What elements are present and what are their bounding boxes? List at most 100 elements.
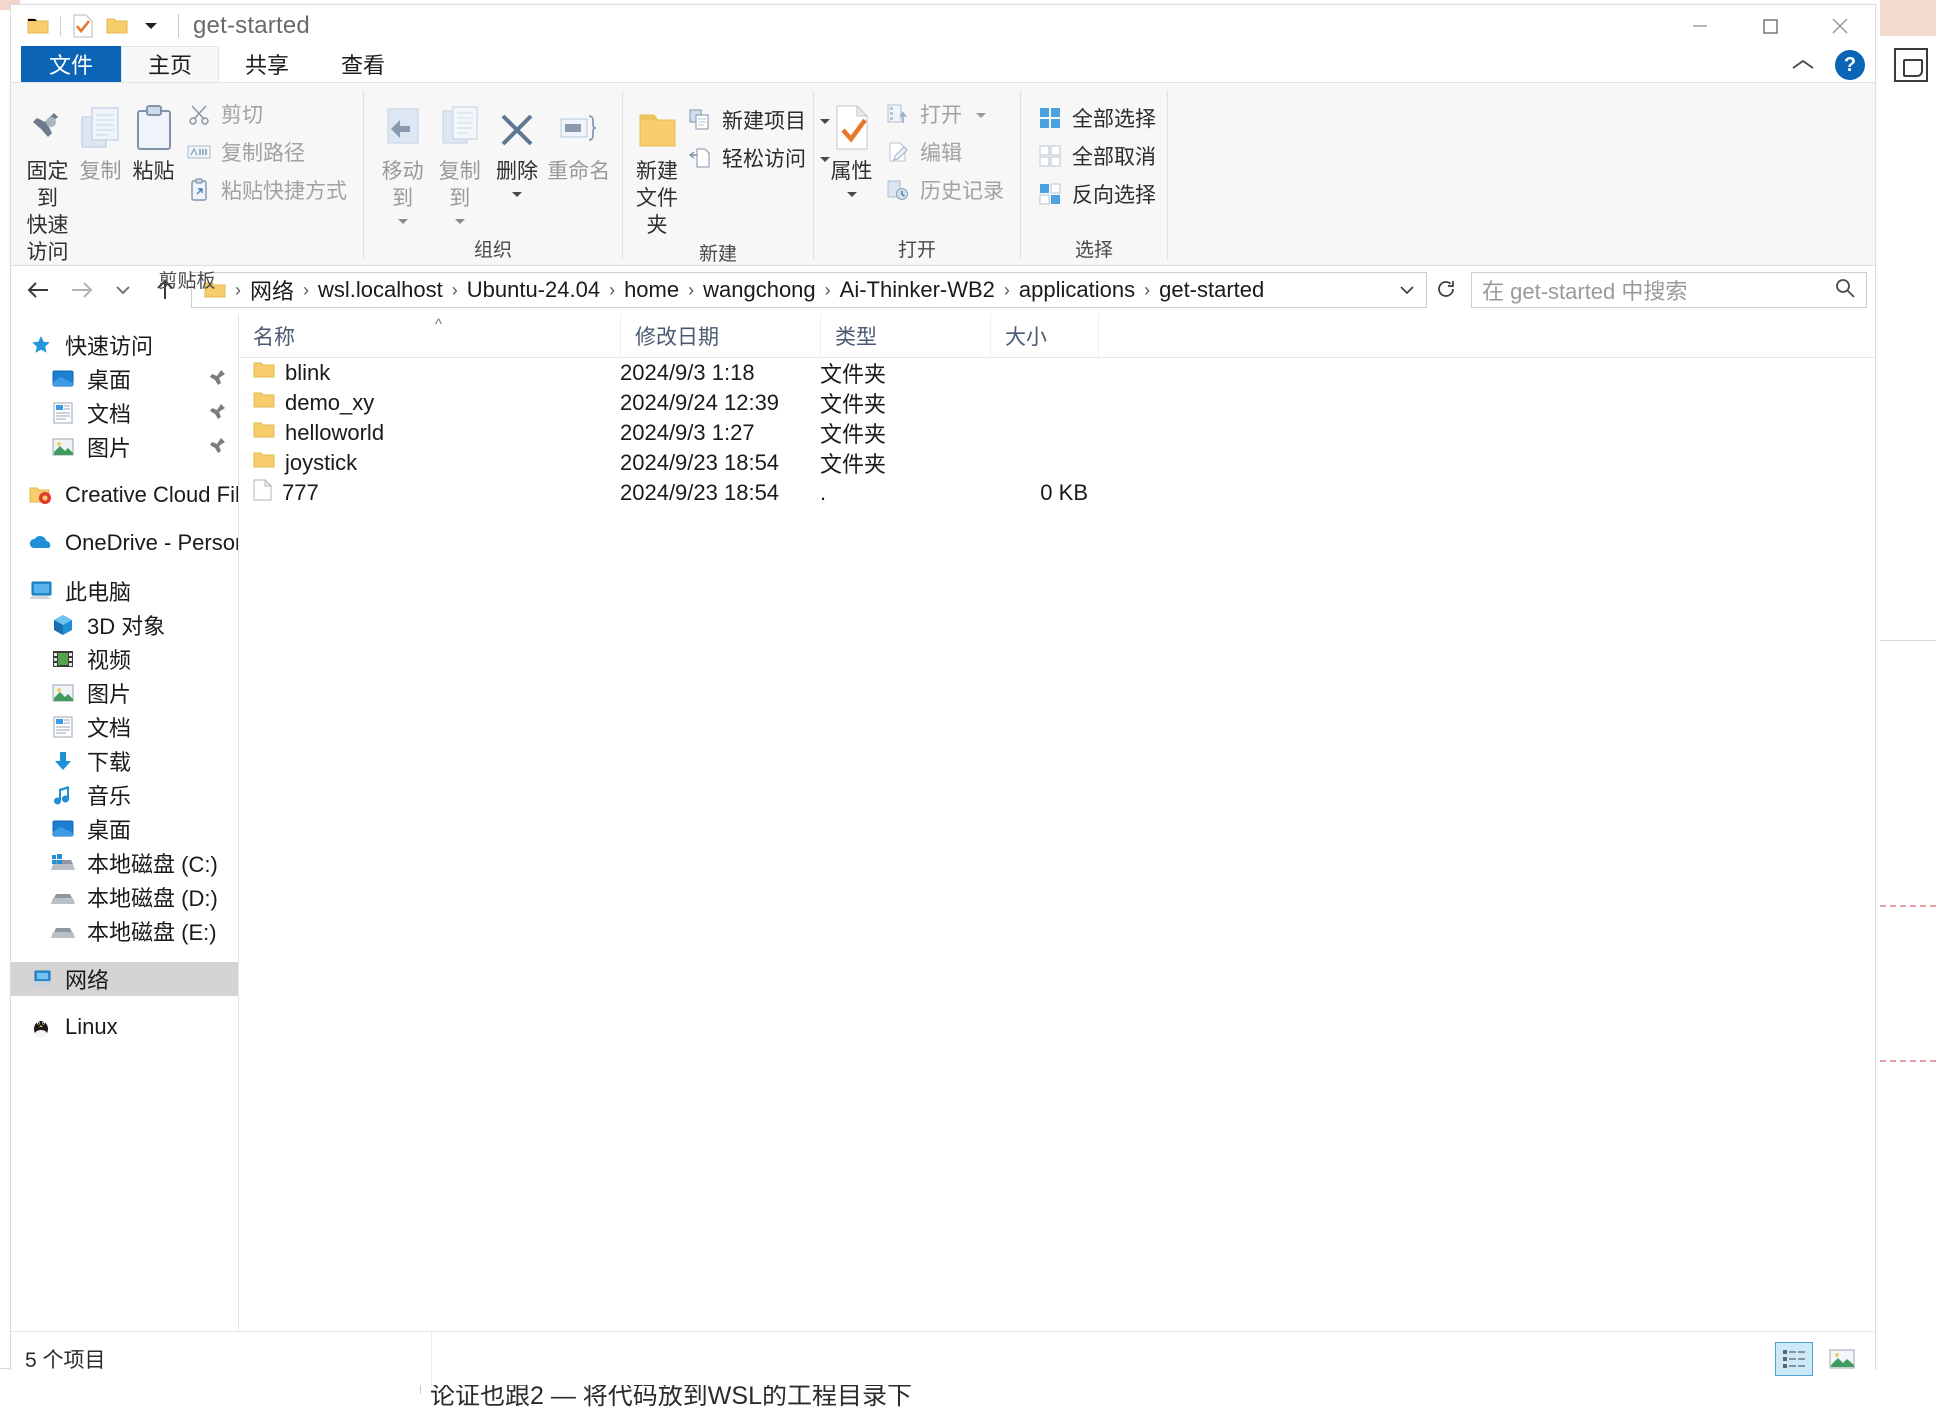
- breadcrumb-wangchong[interactable]: wangchong: [695, 274, 824, 306]
- sidebar-item-videos[interactable]: 视频: [11, 642, 238, 676]
- sidebar-item-desktop-qa[interactable]: 桌面: [11, 362, 238, 396]
- address-chevron-down-icon[interactable]: [1390, 273, 1424, 307]
- open-icon: [885, 101, 911, 127]
- file-name-label: blink: [285, 360, 330, 386]
- sidebar-item-onedrive[interactable]: OneDrive - Persona: [11, 526, 238, 560]
- table-row[interactable]: demo_xy 2024/9/24 12:39 文件夹: [239, 388, 1875, 418]
- sidebar-item-documents[interactable]: 文档: [11, 710, 238, 744]
- copy-label: 复制: [80, 158, 122, 185]
- copy-path-button[interactable]: 复制路径: [180, 135, 353, 169]
- tab-share[interactable]: 共享: [219, 46, 315, 82]
- address-bar[interactable]: › 网络 › wsl.localhost › Ubuntu-24.04 › ho…: [191, 272, 1427, 308]
- qat-new-folder-icon[interactable]: [100, 9, 134, 43]
- tab-home[interactable]: 主页: [121, 46, 219, 82]
- breadcrumb-applications[interactable]: applications: [1011, 274, 1143, 306]
- pin-icon[interactable]: [208, 368, 228, 394]
- file-name-cell[interactable]: demo_xy: [239, 390, 620, 416]
- new-folder-button[interactable]: 新建 文件夹: [633, 91, 681, 239]
- breadcrumb-home[interactable]: home: [616, 274, 687, 306]
- properties-button[interactable]: 属性: [824, 91, 879, 204]
- sidebar-item-desktop[interactable]: 桌面: [11, 812, 238, 846]
- sidebar-item-local-disk-c[interactable]: 本地磁盘 (C:): [11, 846, 238, 880]
- breadcrumb-get-started[interactable]: get-started: [1151, 274, 1272, 306]
- sidebar-item-downloads[interactable]: 下载: [11, 744, 238, 778]
- search-input[interactable]: 在 get-started 中搜索: [1482, 274, 1834, 306]
- chevron-down-icon[interactable]: [454, 213, 466, 231]
- paste-button[interactable]: 粘贴: [127, 91, 180, 185]
- ribbon: 固定到 快速访问 复制: [11, 83, 1875, 266]
- copy-to-button[interactable]: 复制到: [431, 91, 488, 231]
- pin-label-line2: 快速访问: [27, 214, 69, 264]
- file-name-cell[interactable]: helloworld: [239, 420, 620, 446]
- column-header-type[interactable]: 类型: [820, 314, 990, 358]
- chevron-down-icon[interactable]: [511, 186, 523, 204]
- cut-button[interactable]: 剪切: [180, 97, 353, 131]
- select-all-button[interactable]: 全部选择: [1031, 101, 1162, 135]
- search-icon[interactable]: [1834, 277, 1856, 304]
- breadcrumb-ai-thinker-wb2[interactable]: Ai-Thinker-WB2: [832, 274, 1003, 306]
- qat-customize-chevron-down-icon[interactable]: [134, 9, 168, 43]
- column-header-size[interactable]: 大小: [990, 314, 1098, 358]
- sidebar-item-network[interactable]: 网络: [11, 962, 238, 996]
- edit-icon: [885, 139, 911, 165]
- file-name-cell[interactable]: joystick: [239, 450, 620, 476]
- file-name-cell[interactable]: blink: [239, 360, 620, 386]
- refresh-icon[interactable]: [1429, 273, 1463, 307]
- chevron-down-icon[interactable]: [975, 102, 987, 126]
- file-type-cell: 文件夹: [820, 447, 990, 479]
- select-none-button[interactable]: 全部取消: [1031, 139, 1162, 173]
- sidebar-item-documents-qa[interactable]: 文档: [11, 396, 238, 430]
- minimize-icon[interactable]: [1665, 5, 1735, 47]
- large-icons-view-icon[interactable]: [1823, 1342, 1861, 1376]
- sidebar-item-label: 本地磁盘 (D:): [87, 881, 218, 913]
- file-name-cell[interactable]: 777: [239, 479, 620, 507]
- pin-icon[interactable]: [208, 436, 228, 462]
- paste-icon: [130, 95, 178, 153]
- close-icon[interactable]: [1805, 5, 1875, 47]
- pin-icon[interactable]: [208, 402, 228, 428]
- backdrop-dashed-rule: [1880, 905, 1936, 907]
- table-row[interactable]: joystick 2024/9/23 18:54 文件夹: [239, 448, 1875, 478]
- copy-button[interactable]: 复制: [74, 91, 127, 185]
- navigation-pane[interactable]: 快速访问 桌面 文档: [11, 314, 239, 1331]
- table-row[interactable]: 777 2024/9/23 18:54 . 0 KB: [239, 478, 1875, 508]
- paste-shortcut-button[interactable]: 粘贴快捷方式: [180, 173, 353, 207]
- chevron-down-icon[interactable]: [397, 213, 409, 231]
- tab-view[interactable]: 查看: [315, 46, 411, 82]
- sidebar-item-quick-access[interactable]: 快速访问: [11, 328, 238, 362]
- sidebar-item-3d-objects[interactable]: 3D 对象: [11, 608, 238, 642]
- search-box[interactable]: 在 get-started 中搜索: [1471, 272, 1867, 308]
- history-button[interactable]: 历史记录: [879, 173, 1010, 207]
- help-icon[interactable]: ?: [1835, 50, 1865, 80]
- sidebar-item-linux[interactable]: Linux: [11, 1010, 238, 1044]
- maximize-icon[interactable]: [1735, 5, 1805, 47]
- pin-to-quick-access-button[interactable]: 固定到 快速访问: [21, 91, 74, 266]
- delete-button[interactable]: 删除: [488, 91, 545, 204]
- rename-button[interactable]: 重命名: [546, 91, 612, 185]
- sidebar-item-local-disk-e[interactable]: 本地磁盘 (E:): [11, 914, 238, 948]
- sidebar-item-pictures[interactable]: 图片: [11, 676, 238, 710]
- qat-properties-icon[interactable]: [66, 9, 100, 43]
- details-view-icon[interactable]: [1775, 1342, 1813, 1376]
- file-list[interactable]: blink 2024/9/3 1:18 文件夹 demo_xy 2024/9/2…: [239, 358, 1875, 1331]
- sidebar-item-creative-cloud-files[interactable]: Creative Cloud Files: [11, 478, 238, 512]
- edit-button[interactable]: 编辑: [879, 135, 1010, 169]
- sidebar-item-pictures-qa[interactable]: 图片: [11, 430, 238, 464]
- copy-to-icon: [437, 95, 483, 153]
- sidebar-item-this-pc[interactable]: 此电脑: [11, 574, 238, 608]
- breadcrumb-ubuntu[interactable]: Ubuntu-24.04: [459, 274, 608, 306]
- open-button[interactable]: 打开: [879, 97, 1010, 131]
- move-to-button[interactable]: 移动到: [374, 91, 431, 231]
- tab-file[interactable]: 文件: [21, 46, 121, 82]
- desktop-icon: [49, 367, 77, 391]
- sidebar-item-music[interactable]: 音乐: [11, 778, 238, 812]
- qat-folder-icon[interactable]: [21, 9, 55, 43]
- table-row[interactable]: blink 2024/9/3 1:18 文件夹: [239, 358, 1875, 388]
- chevron-up-icon[interactable]: [1789, 51, 1817, 79]
- sidebar-item-local-disk-d[interactable]: 本地磁盘 (D:): [11, 880, 238, 914]
- column-header-name[interactable]: 名称: [239, 314, 620, 358]
- invert-selection-button[interactable]: 反向选择: [1031, 177, 1162, 211]
- column-header-date[interactable]: 修改日期: [620, 314, 820, 358]
- chevron-down-icon[interactable]: [846, 186, 858, 204]
- table-row[interactable]: helloworld 2024/9/3 1:27 文件夹: [239, 418, 1875, 448]
